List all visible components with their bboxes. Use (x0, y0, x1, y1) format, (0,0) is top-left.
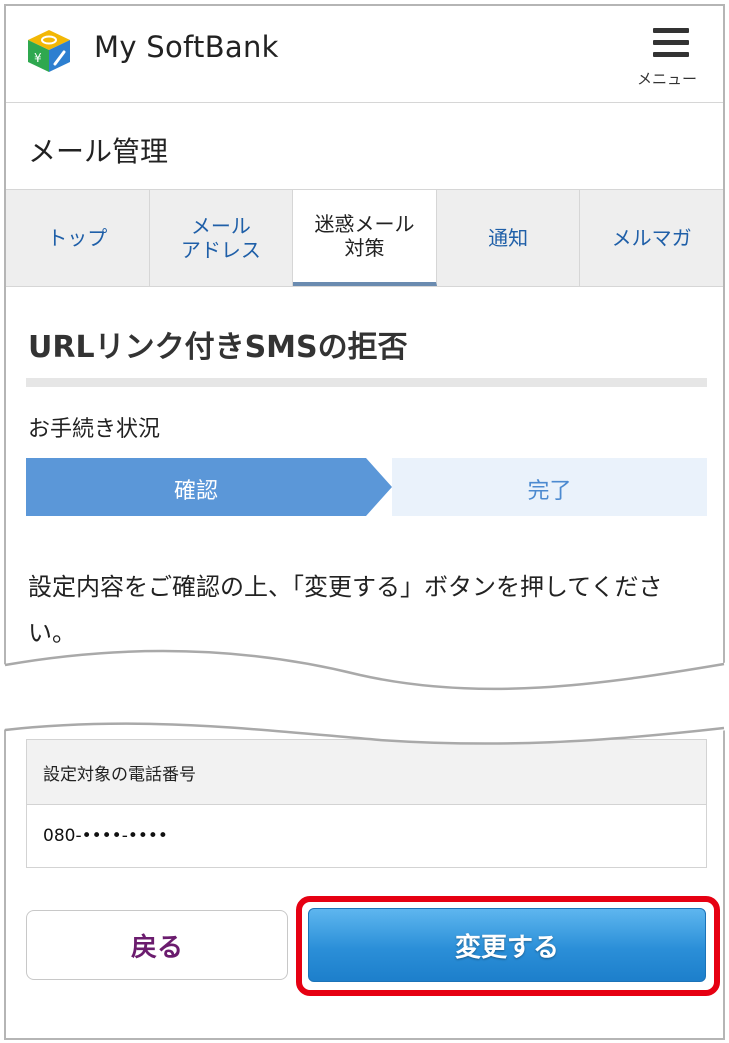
menu-button[interactable]: メニュー (627, 24, 707, 88)
torn-edge-bottom (0, 700, 729, 745)
phone-number-value: 080-••••-•••• (43, 826, 168, 846)
tab-bar: トップ メール アドレス 迷惑メール 対策 通知 メルマガ (6, 189, 723, 287)
change-button[interactable]: 変更する (308, 908, 706, 982)
tab-label: トップ (47, 226, 108, 250)
tab-mail-magazine[interactable]: メルマガ (580, 190, 723, 286)
step-arrow (366, 458, 392, 516)
step-complete: 完了 (527, 479, 572, 504)
bottom-panel: 設定対象の電話番号 080-••••-•••• 戻る 変更する (4, 724, 725, 1040)
softbank-logo-icon[interactable]: ¥ (26, 28, 72, 74)
back-button[interactable]: 戻る (26, 910, 288, 980)
tab-mail-address[interactable]: メール アドレス (149, 190, 294, 286)
hamburger-icon (653, 28, 689, 58)
top-panel: ¥ My SoftBank メニュー メール管理 トップ メール アドレス 迷惑… (4, 4, 725, 704)
tab-label: メルマガ (611, 226, 692, 250)
tab-label: 迷惑メール 対策 (314, 212, 415, 260)
phone-number-table: 設定対象の電話番号 080-••••-•••• (26, 739, 707, 868)
procedure-status-label: お手続き状況 (28, 417, 161, 442)
tab-label: 通知 (488, 226, 529, 250)
svg-text:¥: ¥ (34, 51, 42, 65)
tab-spam-measures[interactable]: 迷惑メール 対策 (293, 190, 437, 286)
progress-steps: 確認 完了 (26, 458, 707, 516)
page-title: メール管理 (28, 135, 169, 168)
menu-label: メニュー (636, 70, 697, 88)
section-divider (26, 378, 707, 387)
site-header: ¥ My SoftBank メニュー (6, 6, 723, 103)
step-confirm: 確認 (173, 479, 218, 504)
tab-notification[interactable]: 通知 (436, 190, 581, 286)
section-title: URLリンク付きSMSの拒否 (28, 330, 408, 365)
tab-label: メール アドレス (180, 214, 261, 262)
tab-top[interactable]: トップ (6, 190, 150, 286)
brand-name[interactable]: My SoftBank (94, 30, 279, 64)
